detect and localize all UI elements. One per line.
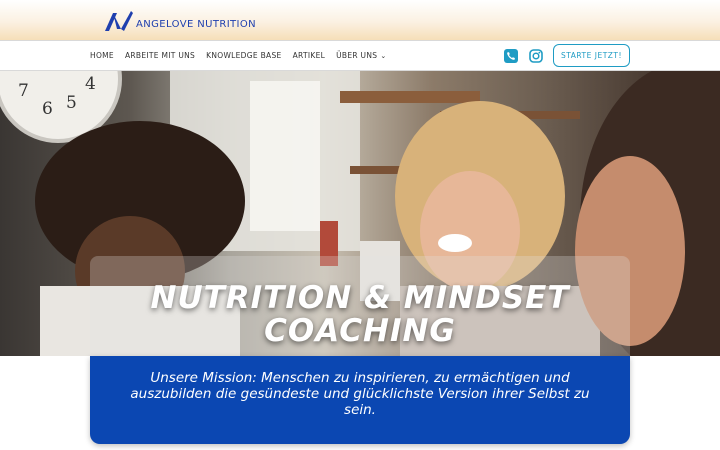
nav-item-arbeite-mit-uns[interactable]: ARBEITE MIT UNS: [125, 51, 195, 60]
nav-item-artikel[interactable]: ARTIKEL: [293, 51, 326, 60]
instagram-icon[interactable]: [529, 49, 543, 63]
start-now-button[interactable]: STARTE JETZT!: [553, 44, 630, 67]
nav-item-knowledge-base[interactable]: KNOWLEDGE BASE: [206, 51, 281, 60]
brand-header: ANGELOVE NUTRITION: [0, 0, 720, 40]
svg-text:6: 6: [42, 99, 53, 119]
main-navigation: HOME ARBEITE MIT UNS KNOWLEDGE BASE ARTI…: [0, 40, 720, 71]
mission-statement: Unsere Mission: Menschen zu inspirieren,…: [130, 370, 590, 418]
svg-text:4: 4: [85, 74, 96, 94]
nav-item-home[interactable]: HOME: [90, 51, 114, 60]
angelove-logo-icon: [105, 11, 133, 31]
phone-icon[interactable]: [504, 49, 518, 63]
brand-name: ANGELOVE NUTRITION: [136, 18, 257, 30]
site-logo[interactable]: ANGELOVE NUTRITION: [104, 9, 256, 33]
chevron-down-icon: ⌄: [380, 52, 387, 60]
hero-title: NUTRITION & MINDSET COACHING: [150, 280, 570, 349]
svg-text:5: 5: [66, 93, 77, 113]
svg-text:7: 7: [18, 81, 29, 101]
nav-item-ueber-uns[interactable]: ÜBER UNS ⌄: [336, 51, 386, 60]
nav-links: HOME ARBEITE MIT UNS KNOWLEDGE BASE ARTI…: [90, 41, 387, 70]
nav-item-ueber-uns-label: ÜBER UNS: [336, 51, 378, 60]
